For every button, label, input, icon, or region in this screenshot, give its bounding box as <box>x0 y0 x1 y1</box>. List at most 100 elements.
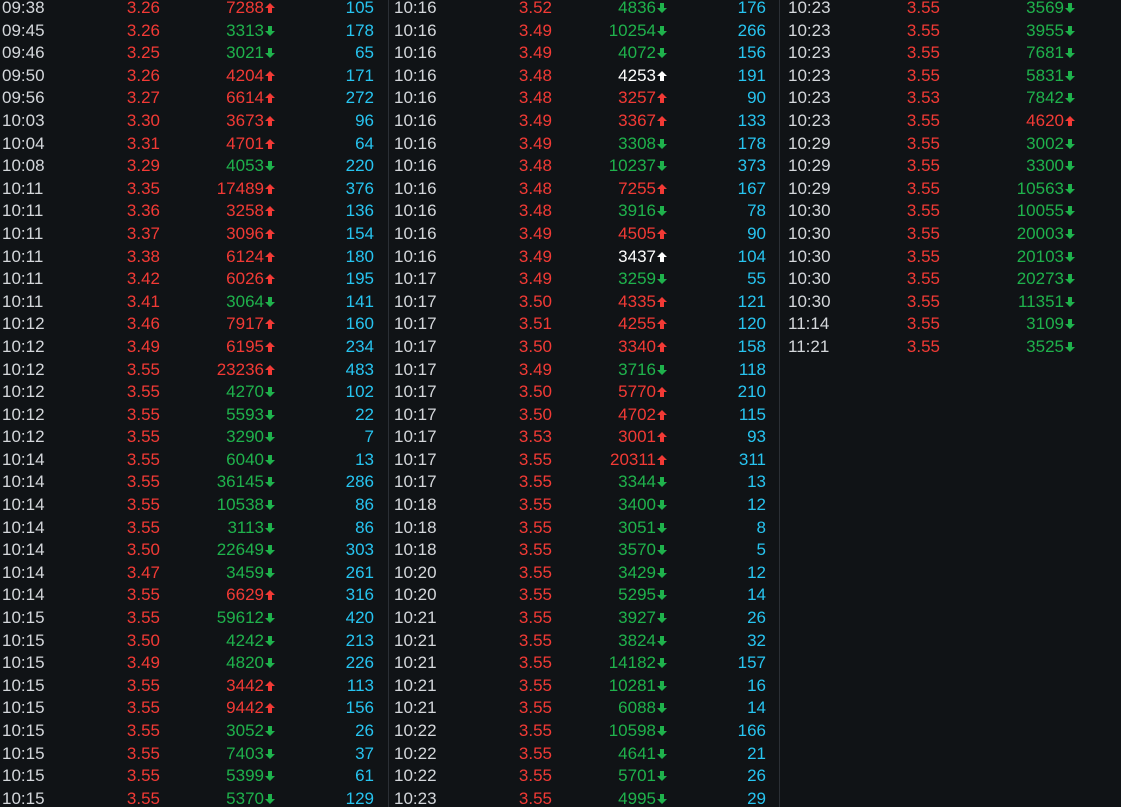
tick-row[interactable]: 10:18 3.55 3400 12 <box>392 494 777 517</box>
tick-row[interactable]: 10:17 3.49 3716 118 <box>392 359 777 382</box>
tick-row[interactable]: 09:50 3.26 4204 171 <box>0 65 385 88</box>
tick-row[interactable]: 10:04 3.31 4701 64 <box>0 133 385 156</box>
tick-row[interactable]: 10:15 3.55 5399 61 <box>0 765 385 788</box>
tick-row[interactable]: 10:23 3.55 3569 <box>786 0 1121 20</box>
tick-row[interactable]: 10:12 3.55 4270 102 <box>0 381 385 404</box>
tick-row[interactable]: 10:17 3.50 4335 121 <box>392 291 777 314</box>
tick-volume: 4641 <box>618 743 656 763</box>
tick-row[interactable]: 11:21 3.55 3525 <box>786 336 1121 359</box>
tick-row[interactable]: 10:22 3.55 10598 166 <box>392 720 777 743</box>
tick-row[interactable]: 10:16 3.48 3916 78 <box>392 200 777 223</box>
tick-row[interactable]: 10:21 3.55 6088 14 <box>392 697 777 720</box>
tick-row[interactable]: 10:20 3.55 5295 14 <box>392 584 777 607</box>
tick-row[interactable]: 10:22 3.55 5701 26 <box>392 765 777 788</box>
tick-row[interactable]: 10:21 3.55 10281 16 <box>392 675 777 698</box>
tick-row[interactable]: 10:21 3.55 3927 26 <box>392 607 777 630</box>
tick-row[interactable]: 10:11 3.42 6026 195 <box>0 268 385 291</box>
tick-row[interactable]: 10:15 3.55 59612 420 <box>0 607 385 630</box>
tick-row[interactable]: 10:23 3.55 4620 <box>786 110 1121 133</box>
tick-row[interactable]: 10:12 3.49 6195 234 <box>0 336 385 359</box>
tick-row[interactable]: 10:11 3.36 3258 136 <box>0 200 385 223</box>
tick-row[interactable]: 10:17 3.50 3340 158 <box>392 336 777 359</box>
tick-row[interactable]: 09:45 3.26 3313 178 <box>0 20 385 43</box>
red-up-arrow-icon <box>264 359 277 376</box>
tick-row[interactable]: 10:29 3.55 3300 <box>786 155 1121 178</box>
tick-row[interactable]: 10:16 3.49 3367 133 <box>392 110 777 133</box>
tick-row[interactable]: 10:22 3.55 4641 21 <box>392 743 777 766</box>
tick-row[interactable]: 10:18 3.55 3570 5 <box>392 539 777 562</box>
tick-row[interactable]: 10:21 3.55 3824 32 <box>392 630 777 653</box>
tick-row[interactable]: 10:16 3.52 4836 176 <box>392 0 777 20</box>
tick-row[interactable]: 10:16 3.49 3308 178 <box>392 133 777 156</box>
tick-row[interactable]: 10:30 3.55 11351 <box>786 291 1121 314</box>
tick-row[interactable]: 10:15 3.55 5370 129 <box>0 788 385 807</box>
tick-row[interactable]: 09:46 3.25 3021 65 <box>0 42 385 65</box>
tick-time: 10:11 <box>2 201 44 221</box>
tick-row[interactable]: 10:30 3.55 20103 <box>786 246 1121 269</box>
tick-time: 10:22 <box>394 721 437 740</box>
tick-trade-count: 29 <box>747 788 766 807</box>
tick-row[interactable]: 10:16 3.49 10254 266 <box>392 20 777 43</box>
tick-row[interactable]: 10:14 3.47 3459 261 <box>0 562 385 585</box>
green-down-arrow-icon <box>264 720 277 737</box>
tick-row[interactable]: 10:14 3.50 22649 303 <box>0 539 385 562</box>
tick-row[interactable]: 10:14 3.55 6629 316 <box>0 584 385 607</box>
tick-row[interactable]: 11:14 3.55 3109 <box>786 313 1121 336</box>
tick-row[interactable]: 10:15 3.55 3442 113 <box>0 675 385 698</box>
tick-row[interactable]: 10:29 3.55 10563 <box>786 178 1121 201</box>
tick-row[interactable]: 10:12 3.55 23236 483 <box>0 359 385 382</box>
tick-row[interactable]: 10:12 3.46 7917 160 <box>0 313 385 336</box>
tick-row[interactable]: 10:12 3.55 5593 22 <box>0 404 385 427</box>
green-down-arrow-icon <box>656 584 669 601</box>
tick-row[interactable]: 10:17 3.49 3259 55 <box>392 268 777 291</box>
tick-row[interactable]: 10:17 3.53 3001 93 <box>392 426 777 449</box>
tick-list-panel-3[interactable]: 10:23 3.55 3569 10:23 3.55 3955 10:23 3.55 7681 1… <box>786 0 1121 807</box>
tick-list-panel-2[interactable]: 10:16 3.52 4836 176 10:16 3.49 10254 266 10:16 3.… <box>392 0 777 807</box>
tick-row[interactable]: 10:08 3.29 4053 220 <box>0 155 385 178</box>
tick-row[interactable]: 10:23 3.55 5831 <box>786 65 1121 88</box>
tick-row[interactable]: 10:18 3.55 3051 8 <box>392 517 777 540</box>
tick-row[interactable]: 10:14 3.55 36145 286 <box>0 471 385 494</box>
tick-row[interactable]: 10:16 3.49 4505 90 <box>392 223 777 246</box>
tick-row[interactable]: 10:17 3.50 5770 210 <box>392 381 777 404</box>
tick-time: 10:16 <box>394 133 437 153</box>
tick-row[interactable]: 10:16 3.48 4253 191 <box>392 65 777 88</box>
tick-row[interactable]: 10:23 3.55 3955 <box>786 20 1121 43</box>
tick-row[interactable]: 10:14 3.55 6040 13 <box>0 449 385 472</box>
tick-row[interactable]: 09:38 3.26 7288 105 <box>0 0 385 20</box>
tick-row[interactable]: 10:23 3.53 7842 <box>786 87 1121 110</box>
tick-row[interactable]: 10:30 3.55 20273 <box>786 268 1121 291</box>
tick-row[interactable]: 10:15 3.55 9442 156 <box>0 697 385 720</box>
tick-row[interactable]: 10:11 3.41 3064 141 <box>0 291 385 314</box>
tick-row[interactable]: 10:16 3.48 10237 373 <box>392 155 777 178</box>
tick-row[interactable]: 10:15 3.50 4242 213 <box>0 630 385 653</box>
tick-list-panel-1[interactable]: 09:38 3.26 7288 105 09:45 3.26 3313 178 09:46 3.2… <box>0 0 385 807</box>
tick-row[interactable]: 10:29 3.55 3002 <box>786 133 1121 156</box>
tick-row[interactable]: 10:16 3.48 3257 90 <box>392 87 777 110</box>
tick-row[interactable]: 10:17 3.55 3344 13 <box>392 471 777 494</box>
tick-row[interactable]: 10:12 3.55 3290 7 <box>0 426 385 449</box>
tick-row[interactable]: 10:17 3.50 4702 115 <box>392 404 777 427</box>
tick-row[interactable]: 09:56 3.27 6614 272 <box>0 87 385 110</box>
tick-row[interactable]: 10:11 3.37 3096 154 <box>0 223 385 246</box>
tick-row[interactable]: 10:17 3.55 20311 311 <box>392 449 777 472</box>
tick-row[interactable]: 10:16 3.48 7255 167 <box>392 178 777 201</box>
tick-row[interactable]: 10:14 3.55 3113 86 <box>0 517 385 540</box>
tick-row[interactable]: 10:30 3.55 10055 <box>786 200 1121 223</box>
tick-row[interactable]: 10:23 3.55 7681 <box>786 42 1121 65</box>
tick-row[interactable]: 10:21 3.55 14182 157 <box>392 652 777 675</box>
tick-row[interactable]: 10:15 3.55 3052 26 <box>0 720 385 743</box>
tick-row[interactable]: 10:11 3.35 17489 376 <box>0 178 385 201</box>
tick-row[interactable]: 10:16 3.49 3437 104 <box>392 246 777 269</box>
tick-row[interactable]: 10:17 3.51 4255 120 <box>392 313 777 336</box>
tick-row[interactable]: 10:16 3.49 4072 156 <box>392 42 777 65</box>
tick-row[interactable]: 10:03 3.30 3673 96 <box>0 110 385 133</box>
tick-row[interactable]: 10:23 3.55 4995 29 <box>392 788 777 807</box>
tick-row[interactable]: 10:15 3.55 7403 37 <box>0 743 385 766</box>
tick-trade-count: 376 <box>345 178 374 198</box>
tick-row[interactable]: 10:20 3.55 3429 12 <box>392 562 777 585</box>
tick-row[interactable]: 10:11 3.38 6124 180 <box>0 246 385 269</box>
tick-row[interactable]: 10:30 3.55 20003 <box>786 223 1121 246</box>
tick-row[interactable]: 10:15 3.49 4820 226 <box>0 652 385 675</box>
tick-row[interactable]: 10:14 3.55 10538 86 <box>0 494 385 517</box>
